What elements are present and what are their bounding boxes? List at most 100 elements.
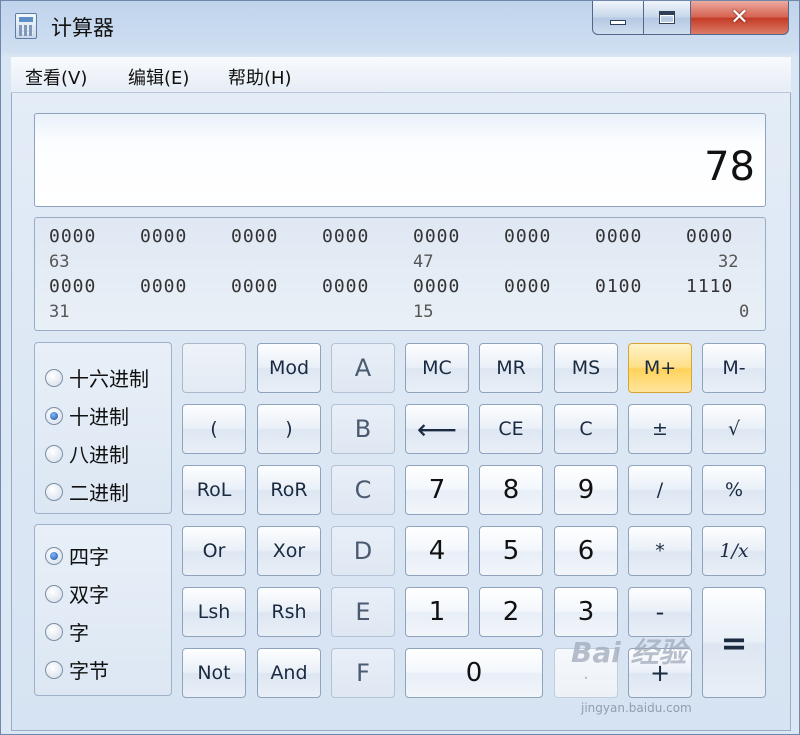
bit-position-label: 0 bbox=[739, 302, 750, 322]
not-button[interactable]: Not bbox=[182, 648, 246, 698]
hex-a-button[interactable]: A bbox=[331, 343, 395, 393]
maximize-button[interactable] bbox=[643, 1, 691, 35]
radio-button[interactable] bbox=[45, 482, 63, 501]
bit-group: 0000 bbox=[49, 226, 97, 247]
radio-button[interactable] bbox=[45, 546, 63, 565]
bit-position-label: 15 bbox=[413, 302, 434, 322]
xor-button[interactable]: Xor bbox=[257, 526, 321, 576]
radio-label: 字 bbox=[69, 621, 89, 645]
bit-group: 0000 bbox=[322, 226, 370, 247]
right-paren-button[interactable]: ) bbox=[257, 404, 321, 454]
bit-position-label: 32 bbox=[718, 252, 739, 272]
memory-store-button[interactable]: MS bbox=[554, 343, 618, 393]
binary-bit-display: 0000 0000 0000 0000 0000 0000 0000 0000 … bbox=[34, 217, 766, 331]
calculator-icon bbox=[15, 13, 37, 39]
memory-add-button[interactable]: M+ bbox=[628, 343, 692, 393]
watermark-url: jingyan.baidu.com bbox=[581, 701, 692, 715]
bit-group: 1110 bbox=[686, 276, 734, 297]
or-button[interactable]: Or bbox=[182, 526, 246, 576]
radio-button[interactable] bbox=[45, 406, 63, 425]
digit-9-button[interactable]: 9 bbox=[554, 465, 618, 515]
minimize-button[interactable] bbox=[592, 1, 644, 35]
radio-button[interactable] bbox=[45, 584, 63, 603]
radio-button[interactable] bbox=[45, 660, 63, 679]
radio-qword[interactable]: 四字 bbox=[45, 541, 109, 570]
digit-7-button[interactable]: 7 bbox=[405, 465, 469, 515]
radio-label: 双字 bbox=[69, 583, 109, 607]
square-root-button[interactable]: √ bbox=[702, 404, 766, 454]
memory-subtract-button[interactable]: M- bbox=[702, 343, 766, 393]
menu-bar: 查看(V) 编辑(E) 帮助(H) bbox=[11, 57, 791, 93]
number-base-group: 十六进制 十进制 八进制 二进制 bbox=[34, 342, 172, 514]
backspace-button[interactable]: ⟵ bbox=[405, 404, 469, 454]
close-button[interactable]: ✕ bbox=[690, 1, 789, 35]
bit-group: 0000 bbox=[140, 226, 188, 247]
and-button[interactable]: And bbox=[257, 648, 321, 698]
radio-hex[interactable]: 十六进制 bbox=[45, 363, 149, 392]
bit-group: 0000 bbox=[504, 276, 552, 297]
radio-label: 八进制 bbox=[69, 443, 129, 467]
bit-group: 0000 bbox=[595, 226, 643, 247]
bit-group: 0000 bbox=[686, 226, 734, 247]
radio-label: 四字 bbox=[69, 545, 109, 569]
radio-dword[interactable]: 双字 bbox=[45, 579, 109, 608]
radio-word[interactable]: 字 bbox=[45, 617, 89, 646]
display-value: 78 bbox=[704, 144, 755, 190]
blank-key[interactable] bbox=[182, 343, 246, 393]
percent-button[interactable]: % bbox=[702, 465, 766, 515]
bit-position-label: 31 bbox=[49, 302, 70, 322]
hex-f-button[interactable]: F bbox=[331, 648, 395, 698]
clear-entry-button[interactable]: CE bbox=[479, 404, 543, 454]
radio-button[interactable] bbox=[45, 444, 63, 463]
right-shift-button[interactable]: Rsh bbox=[257, 587, 321, 637]
digit-8-button[interactable]: 8 bbox=[479, 465, 543, 515]
radio-byte[interactable]: 字节 bbox=[45, 655, 109, 684]
left-paren-button[interactable]: ( bbox=[182, 404, 246, 454]
left-shift-button[interactable]: Lsh bbox=[182, 587, 246, 637]
memory-clear-button[interactable]: MC bbox=[405, 343, 469, 393]
bit-group: 0000 bbox=[504, 226, 552, 247]
menu-edit[interactable]: 编辑(E) bbox=[128, 64, 189, 90]
close-icon: ✕ bbox=[730, 4, 749, 30]
hex-b-button[interactable]: B bbox=[331, 404, 395, 454]
maximize-icon bbox=[659, 11, 675, 24]
radio-button[interactable] bbox=[45, 368, 63, 387]
digit-3-button[interactable]: 3 bbox=[554, 587, 618, 637]
radio-oct[interactable]: 八进制 bbox=[45, 439, 129, 468]
digit-5-button[interactable]: 5 bbox=[479, 526, 543, 576]
digit-6-button[interactable]: 6 bbox=[554, 526, 618, 576]
negate-button[interactable]: ± bbox=[628, 404, 692, 454]
reciprocal-button[interactable]: 1/x bbox=[702, 526, 766, 576]
menu-view[interactable]: 查看(V) bbox=[25, 64, 87, 90]
rotate-right-button[interactable]: RoR bbox=[257, 465, 321, 515]
title-bar[interactable]: 计算器 ✕ bbox=[1, 1, 800, 53]
result-display: 78 bbox=[34, 113, 766, 207]
hex-c-button[interactable]: C bbox=[331, 465, 395, 515]
radio-label: 字节 bbox=[69, 659, 109, 683]
mod-button[interactable]: Mod bbox=[257, 343, 321, 393]
radio-bin[interactable]: 二进制 bbox=[45, 477, 129, 506]
menu-help[interactable]: 帮助(H) bbox=[228, 64, 292, 90]
radio-dec[interactable]: 十进制 bbox=[45, 401, 129, 430]
equals-button[interactable]: = bbox=[702, 587, 766, 698]
calculator-window: 计算器 ✕ 查看(V) 编辑(E) 帮助(H) 78 0000 0000 000… bbox=[0, 0, 800, 735]
multiply-button[interactable]: * bbox=[628, 526, 692, 576]
clear-button[interactable]: C bbox=[554, 404, 618, 454]
subtract-button[interactable]: - bbox=[628, 587, 692, 637]
memory-recall-button[interactable]: MR bbox=[479, 343, 543, 393]
digit-4-button[interactable]: 4 bbox=[405, 526, 469, 576]
bit-group: 0000 bbox=[231, 226, 279, 247]
digit-1-button[interactable]: 1 bbox=[405, 587, 469, 637]
rotate-left-button[interactable]: RoL bbox=[182, 465, 246, 515]
divide-button[interactable]: / bbox=[628, 465, 692, 515]
watermark-logo: Bai 经验 bbox=[571, 636, 687, 669]
radio-button[interactable] bbox=[45, 622, 63, 641]
window-controls: ✕ bbox=[592, 1, 792, 35]
hex-d-button[interactable]: D bbox=[331, 526, 395, 576]
digit-2-button[interactable]: 2 bbox=[479, 587, 543, 637]
digit-0-button[interactable]: 0 bbox=[405, 648, 543, 698]
bit-group: 0000 bbox=[322, 276, 370, 297]
bit-position-label: 47 bbox=[413, 252, 434, 272]
hex-e-button[interactable]: E bbox=[331, 587, 395, 637]
radio-label: 十进制 bbox=[69, 405, 129, 429]
